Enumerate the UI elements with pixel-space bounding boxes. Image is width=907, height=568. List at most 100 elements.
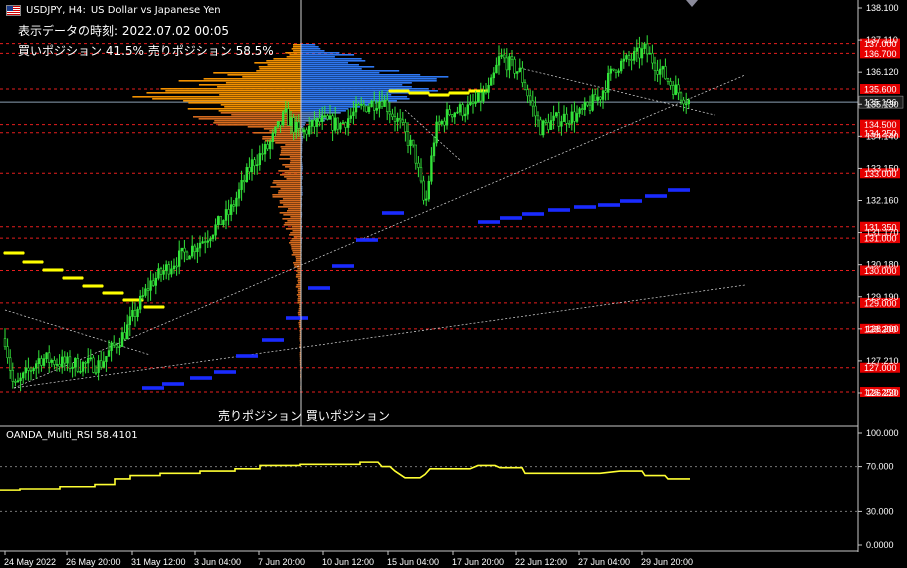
sell-profile-bar <box>254 62 301 64</box>
candle-body <box>411 139 415 146</box>
sell-profile-bar <box>279 174 301 176</box>
candle-body <box>255 164 259 167</box>
candle-body <box>531 100 535 107</box>
candle-body <box>536 115 540 121</box>
buy-profile-bar <box>301 54 355 56</box>
sell-profile-bar <box>284 176 301 178</box>
candle-body <box>479 92 482 102</box>
buy-profile-bar <box>301 82 412 84</box>
sell-profile-bar <box>295 276 301 278</box>
candle-body <box>528 95 532 102</box>
sell-profile-bar <box>280 188 301 190</box>
chart-canvas[interactable]: 137.000136.700135.600134.500134.250133.0… <box>0 0 907 568</box>
price-tick-label: 128.200 <box>866 324 899 334</box>
price-tick-label: 138.100 <box>866 3 899 13</box>
candle-body <box>391 113 394 117</box>
candle-body <box>268 141 272 150</box>
sell-profile-bar <box>295 260 301 262</box>
sell-profile-bar <box>183 100 301 102</box>
candle-body <box>53 360 56 365</box>
candle-body <box>417 162 420 168</box>
candle-body <box>71 366 74 369</box>
candle-body <box>430 155 433 182</box>
candle-body <box>326 115 329 120</box>
candle-body <box>76 358 80 372</box>
candle-body <box>3 338 7 347</box>
candle-body <box>565 113 568 124</box>
sell-profile-bar <box>220 104 301 106</box>
candle-body <box>513 58 516 74</box>
candle-body <box>593 94 597 101</box>
candle-body <box>414 144 417 164</box>
sell-profile-bar <box>291 246 301 248</box>
candle-body <box>505 57 508 71</box>
candle-body <box>619 60 623 72</box>
candle-body <box>534 105 537 117</box>
candle-body <box>167 264 170 275</box>
sell-profile-bar <box>219 94 301 96</box>
candle-body <box>586 102 589 106</box>
yellow-marker-dot <box>21 251 25 255</box>
candle-body <box>466 104 469 115</box>
price-tick-label: 127.210 <box>866 356 899 366</box>
candle-body <box>352 111 355 117</box>
candle-body <box>310 119 313 127</box>
sell-profile-bar <box>297 300 301 302</box>
triangle-down-icon[interactable] <box>686 0 698 7</box>
buy-profile-bar <box>301 74 421 76</box>
candle-body <box>21 372 25 379</box>
candle-body <box>440 120 443 125</box>
candle-body <box>406 131 410 146</box>
candle-body <box>401 119 404 123</box>
buy-profile-bar <box>301 76 449 78</box>
candle-body <box>206 240 209 243</box>
sell-profile-bar <box>283 204 301 206</box>
candle-body <box>305 129 308 135</box>
candle-body <box>136 308 139 318</box>
candle-body <box>172 265 176 270</box>
candle-body <box>318 118 321 122</box>
candle-body <box>157 268 160 279</box>
sell-profile-bar <box>198 118 301 120</box>
sell-profile-bar <box>203 78 301 80</box>
blue-marker-bar <box>500 216 522 220</box>
candle-body <box>653 62 657 71</box>
candle-body <box>110 342 113 351</box>
sell-profile-bar <box>279 154 301 156</box>
candle-body <box>183 247 186 253</box>
buy-profile-bar <box>301 94 392 96</box>
blue-marker-bar <box>620 199 642 203</box>
sell-profile-bar <box>286 56 301 58</box>
candle-body <box>253 159 256 166</box>
sell-profile-bar <box>285 144 301 146</box>
candle-body <box>146 288 150 291</box>
candle-body <box>575 113 579 122</box>
candle-body <box>643 43 646 49</box>
candle-body <box>191 245 194 257</box>
sell-profile-bar <box>284 172 301 174</box>
candle-body <box>640 48 644 59</box>
candle-body <box>521 67 524 83</box>
sell-profile-bar <box>282 218 301 220</box>
candle-body <box>424 198 428 201</box>
candle-body <box>570 111 574 124</box>
sell-profile-bar <box>266 60 301 62</box>
sell-profile-bar <box>286 178 301 180</box>
candle-body <box>469 101 472 106</box>
buy-profile-bar <box>301 68 362 70</box>
candle-body <box>9 357 12 371</box>
time-label: 22 Jun 12:00 <box>515 557 567 567</box>
candle-body <box>84 362 87 364</box>
sell-profile-bar <box>293 262 301 264</box>
candle-body <box>510 56 514 60</box>
candle-body <box>375 108 378 111</box>
buy-profile-bar <box>301 80 437 82</box>
candle-body <box>622 58 626 62</box>
candle-body <box>684 103 688 106</box>
price-tick-label: 137.110 <box>866 35 898 45</box>
candle-body <box>656 70 659 75</box>
candle-body <box>320 115 324 122</box>
sell-profile-bar <box>279 200 301 202</box>
candle-body <box>16 380 20 383</box>
candle-body <box>276 121 280 128</box>
